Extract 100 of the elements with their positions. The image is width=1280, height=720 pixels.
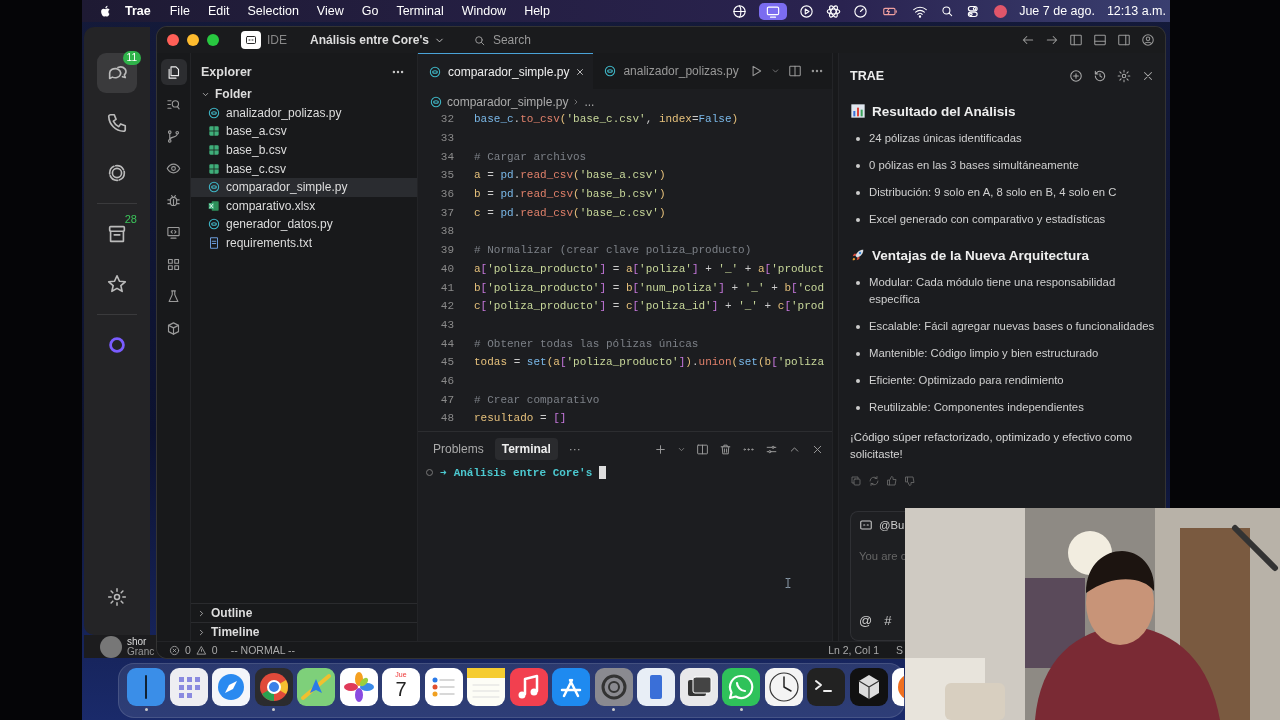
new-chat-icon[interactable] [1069, 69, 1083, 83]
settings-icon[interactable] [1117, 69, 1131, 83]
thumbs-down-icon[interactable] [904, 475, 916, 487]
flower-icon[interactable] [339, 668, 378, 706]
code-line: # Obtener todas las pólizas únicas [474, 337, 699, 350]
forward-arrow-icon[interactable] [1045, 33, 1059, 47]
line-number: 46 [439, 374, 454, 387]
code-line: # Cargar archivos [474, 150, 587, 163]
windows-icon[interactable] [679, 668, 718, 706]
input-tool-button[interactable]: # [884, 613, 892, 628]
tree-item[interactable]: base_a.csv [191, 122, 417, 141]
menu-bar-date[interactable]: Jue 7 de ago. [1019, 4, 1095, 18]
search-field[interactable]: Search [466, 31, 687, 49]
eye-icon [166, 160, 181, 176]
code-line: base_c.to_csv('base_c.csv', index=False) [474, 113, 739, 126]
project-selector[interactable]: Análisis entre Core's [310, 33, 445, 47]
atom-icon[interactable] [826, 3, 842, 19]
line-number: 47 [439, 393, 454, 406]
tree-item[interactable]: base_b.csv [191, 140, 417, 160]
error-count[interactable]: 0 [185, 644, 191, 656]
star-icon [106, 273, 128, 295]
input-tool-button[interactable]: @ [859, 613, 873, 628]
music-note-icon[interactable] [509, 668, 548, 706]
more-tabs-button[interactable]: ··· [561, 438, 588, 460]
editor-tab[interactable]: analizador_polizas.py [593, 53, 747, 89]
folder-item[interactable]: Folder [191, 85, 417, 104]
gear-icon[interactable] [594, 668, 633, 706]
bottom-panel-icon[interactable] [1093, 33, 1107, 47]
terminal-icon[interactable] [807, 668, 845, 706]
app-menu[interactable]: Trae [113, 4, 161, 18]
note-icon[interactable] [467, 668, 505, 706]
menu-item[interactable]: Go [352, 4, 388, 18]
thumbs-up-icon[interactable] [886, 475, 898, 487]
gauge-icon[interactable] [853, 3, 869, 19]
run-icon[interactable] [749, 64, 763, 78]
grid-icon[interactable] [169, 668, 208, 706]
menu-item[interactable]: View [307, 4, 353, 18]
settings-icon[interactable] [107, 587, 127, 607]
right-panel-icon[interactable] [1117, 33, 1131, 47]
app-icon[interactable] [892, 668, 904, 706]
line-number: 48 [439, 412, 454, 425]
letter-a-icon[interactable] [552, 668, 590, 706]
minimize-button[interactable] [187, 34, 199, 46]
menu-item[interactable]: Help [515, 4, 559, 18]
list-icon[interactable] [424, 668, 463, 706]
breadcrumb-item[interactable]: ... [584, 94, 595, 109]
status-item[interactable]: S [896, 644, 903, 656]
tree-item[interactable]: base_c.csv [191, 159, 417, 178]
close-window-button[interactable] [167, 34, 179, 46]
globe-icon[interactable] [732, 3, 748, 19]
map-icon[interactable] [297, 668, 335, 706]
menu-item[interactable]: File [160, 4, 199, 18]
split-terminal-icon[interactable] [696, 442, 709, 456]
tree-item[interactable]: generador_datos.py [191, 215, 417, 234]
table-file-icon [207, 143, 221, 158]
panel-tab[interactable]: Problems [426, 438, 491, 460]
code-line: todas = set(a['poliza_producto']).union(set(b['poliza [474, 356, 824, 369]
left-panel-icon[interactable] [1069, 33, 1083, 47]
account-icon[interactable] [1141, 33, 1155, 47]
play-icon[interactable] [799, 3, 815, 19]
code-line: resultado = [] [474, 412, 567, 425]
refresh-icon[interactable] [868, 475, 880, 487]
spreadsheet-file-icon [207, 198, 221, 213]
nav-item[interactable]: 28 [97, 214, 137, 254]
warning-count[interactable]: 0 [211, 644, 218, 656]
cube-icon[interactable] [849, 668, 888, 706]
back-arrow-icon[interactable] [1021, 33, 1035, 47]
menu-bar-clock[interactable]: 12:13 a.m. [1106, 4, 1166, 18]
panel-title: TRAE [850, 69, 885, 83]
screen-share-button[interactable] [759, 2, 788, 20]
clock-icon[interactable] [764, 668, 803, 706]
list-item: Distribución: 9 solo en A, 8 solo en B, 4 solo en C [869, 185, 1117, 200]
tree-item[interactable]: analizador_polizas.py [191, 103, 417, 123]
split-editor-icon[interactable] [788, 64, 802, 78]
trash-icon[interactable] [719, 442, 732, 456]
panel-tab[interactable]: Terminal [494, 438, 558, 460]
warning-icon[interactable] [195, 644, 207, 656]
tree-item[interactable]: requirements.txt [191, 233, 417, 253]
menu-item[interactable]: Terminal [387, 4, 453, 18]
zoom-button[interactable] [207, 34, 219, 46]
search-icon[interactable] [940, 4, 955, 18]
branch-icon [166, 128, 181, 144]
compass-icon[interactable] [212, 668, 250, 706]
avatar[interactable] [994, 4, 1008, 18]
error-icon[interactable] [169, 644, 180, 656]
history-icon[interactable] [1093, 69, 1107, 83]
cursor-position[interactable]: Ln 2, Col 1 [828, 644, 879, 656]
tree-item[interactable]: comparativo.xlsx [191, 196, 417, 216]
close-icon[interactable] [1141, 69, 1155, 83]
speech-bubble-icon[interactable] [722, 668, 760, 706]
phone-device-icon[interactable] [637, 668, 675, 706]
menu-item[interactable]: Selection [238, 4, 308, 18]
menu-item[interactable]: Window [452, 4, 516, 18]
tree-item[interactable]: comparador_simple.py [191, 177, 417, 197]
plus-icon[interactable] [654, 442, 667, 456]
bug-icon [166, 192, 181, 208]
menu-item[interactable]: Edit [198, 4, 239, 18]
section-header[interactable]: Outline [191, 603, 417, 622]
activity-bar-item[interactable] [160, 59, 187, 85]
breadcrumb-item[interactable]: comparador_simple.py [447, 94, 569, 109]
